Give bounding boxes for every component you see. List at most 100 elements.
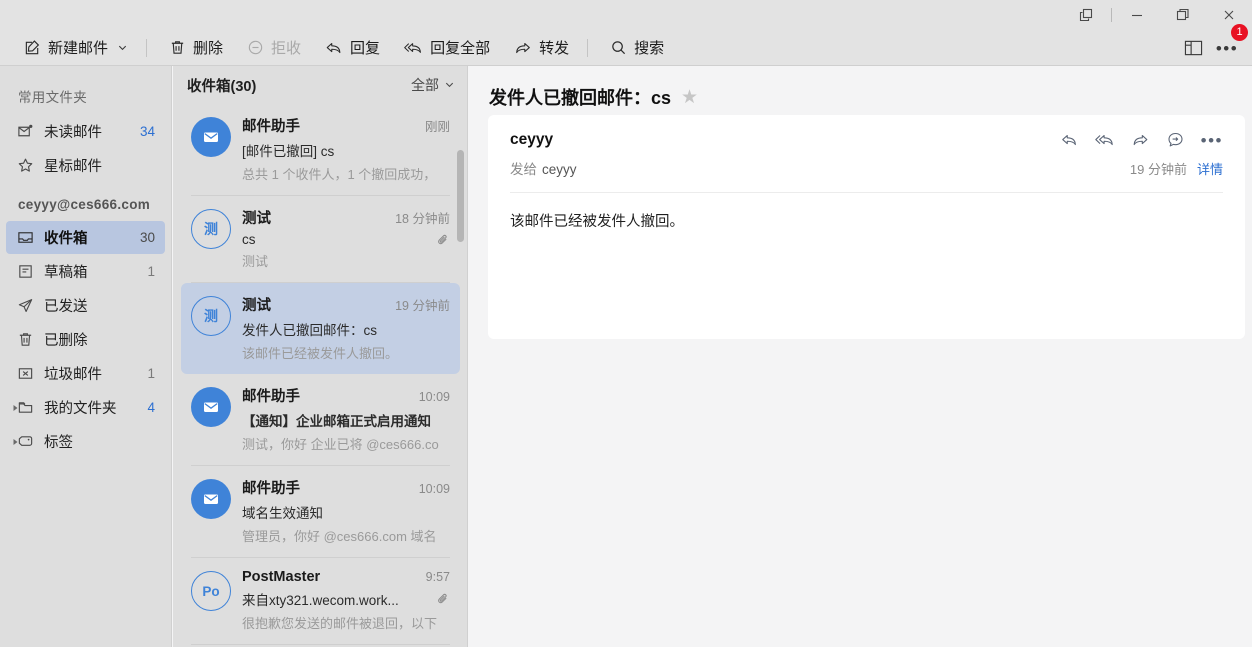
title-bar <box>0 0 1252 30</box>
list-item-selected[interactable]: 测 测试 19 分钟前 发件人已撤回邮件：cs 该邮件已经被发件人撤回。 <box>181 283 460 374</box>
sidebar-item-count: 34 <box>139 124 155 139</box>
message-list-title: 收件箱(30) <box>187 78 257 95</box>
sidebar-item-label: 星标邮件 <box>44 159 102 175</box>
reply-label: 回复 <box>350 40 381 57</box>
star-outline-icon[interactable]: ★ <box>681 88 698 107</box>
sidebar-item-drafts[interactable]: 草稿箱 1 <box>6 255 165 288</box>
sidebar-item-inbox[interactable]: 收件箱 30 <box>6 221 165 254</box>
list-item[interactable]: 邮件助手 刚刚 [邮件已撤回] cs 总共 1 个收件人，1 个撤回成功， <box>181 104 460 195</box>
toolbar-divider <box>146 38 148 57</box>
sidebar-item-count: 30 <box>139 230 155 245</box>
popout-button[interactable] <box>1063 0 1109 30</box>
sidebar-item-tags[interactable]: 标签 <box>6 425 165 458</box>
sidebar-item-label: 我的文件夹 <box>44 401 117 417</box>
maximize-button[interactable] <box>1160 0 1206 30</box>
reply-icon <box>325 39 343 57</box>
list-item-body: PostMaster 9:57 来自xty321.wecom.work... 很… <box>242 569 450 632</box>
list-item[interactable]: Po PostMaster 9:57 来自xty321.wecom.work..… <box>181 558 460 644</box>
compose-label: 新建邮件 <box>48 40 109 57</box>
search-button[interactable]: 搜索 <box>600 33 674 63</box>
mail-client-window: 新建邮件 删除 拒收 回复 回复全部 转发 搜索 ••• 1 常用文件夹 未读邮… <box>0 0 1252 647</box>
message-sender: 测试 <box>242 211 271 227</box>
avatar: Po <box>191 571 231 611</box>
compose-icon <box>24 39 41 56</box>
reply-icon[interactable] <box>1060 131 1079 149</box>
reply-all-label: 回复全部 <box>430 40 491 57</box>
reply-all-icon[interactable] <box>1094 131 1115 149</box>
message-details-link[interactable]: 详情 <box>1197 159 1223 178</box>
chevron-down-icon[interactable] <box>117 42 128 53</box>
quick-reply-icon[interactable] <box>1166 131 1185 149</box>
message-time: 18 分钟前 <box>395 212 450 226</box>
forward-label: 转发 <box>539 40 570 57</box>
toolbar-more-button[interactable]: ••• 1 <box>1212 24 1248 63</box>
reply-button[interactable]: 回复 <box>315 33 390 63</box>
forward-button[interactable]: 转发 <box>504 33 579 63</box>
message-time: 10:09 <box>418 390 450 404</box>
sidebar-item-label: 收件箱 <box>44 231 88 247</box>
message-preview: 测试，你好 企业已将 @ces666.co <box>242 437 439 452</box>
page-title: 发件人已撤回邮件：cs <box>489 88 672 108</box>
avatar: 测 <box>191 296 231 336</box>
message-preview: 很抱歉您发送的邮件被退回，以下 <box>242 616 438 631</box>
message-list-scrollbar[interactable] <box>457 150 464 242</box>
expand-triangle-icon[interactable] <box>10 404 20 412</box>
more-horizontal-icon[interactable]: ••• <box>1201 132 1223 149</box>
message-subject: cs <box>242 232 256 247</box>
message-subject: [邮件已撤回] cs <box>242 144 335 159</box>
sidebar-item-junk[interactable]: 垃圾邮件 1 <box>6 357 165 390</box>
message-sender: 邮件助手 <box>242 481 300 497</box>
trash-icon <box>169 39 186 56</box>
message-list-scroll-area[interactable]: 邮件助手 刚刚 [邮件已撤回] cs 总共 1 个收件人，1 个撤回成功， 测 … <box>173 104 468 647</box>
forward-icon[interactable] <box>1131 131 1150 149</box>
sidebar-item-label: 已发送 <box>44 299 88 315</box>
sidebar-item-label: 垃圾邮件 <box>44 367 102 383</box>
message-actions: ••• <box>1060 131 1223 149</box>
list-item-body: 邮件助手 刚刚 [邮件已撤回] cs 总共 1 个收件人，1 个撤回成功， <box>242 115 450 183</box>
message-recipient-value: ceyyy <box>542 162 577 177</box>
expand-triangle-icon[interactable] <box>10 438 20 446</box>
message-subject: 来自xty321.wecom.work... <box>242 593 399 608</box>
window-controls <box>1063 0 1252 30</box>
reject-label: 拒收 <box>271 40 302 57</box>
sidebar-item-unread[interactable]: 未读邮件 34 <box>6 115 165 148</box>
message-preview: 测试 <box>242 254 269 269</box>
sidebar-item-label: 未读邮件 <box>44 125 102 141</box>
sidebar-item-deleted[interactable]: 已删除 <box>6 323 165 356</box>
reading-pane-header: 发件人已撤回邮件：cs ★ <box>469 66 1252 110</box>
reply-all-icon <box>404 39 423 57</box>
list-item[interactable]: 测 测试 18 分钟前 cs 测试 <box>181 196 460 282</box>
avatar <box>191 387 231 427</box>
list-divider <box>191 644 450 645</box>
message-preview: 该邮件已经被发件人撤回。 <box>242 346 399 361</box>
message-sender: 邮件助手 <box>242 119 300 135</box>
delete-button[interactable]: 删除 <box>159 33 233 63</box>
message-filter-dropdown[interactable]: 全部 <box>411 75 455 95</box>
message-time: 19 分钟前 <box>395 299 450 313</box>
list-item[interactable]: 邮件助手 10:09 【通知】企业邮箱正式启用通知 测试，你好 企业已将 @ce… <box>181 374 460 465</box>
message-time: 刚刚 <box>424 120 450 134</box>
message-subject: 域名生效通知 <box>242 506 323 521</box>
list-item-body: 测试 18 分钟前 cs 测试 <box>242 207 450 270</box>
sidebar-item-sent[interactable]: 已发送 <box>6 289 165 322</box>
reply-all-button[interactable]: 回复全部 <box>394 33 500 63</box>
compose-button[interactable]: 新建邮件 <box>14 33 138 63</box>
reject-icon <box>247 39 264 56</box>
search-icon <box>610 39 627 56</box>
sidebar-item-starred[interactable]: 星标邮件 <box>6 149 165 182</box>
message-time: 9:57 <box>425 570 450 584</box>
notification-badge: 1 <box>1231 24 1248 41</box>
layout-panel-icon[interactable] <box>1178 33 1208 63</box>
message-filter-label: 全部 <box>411 77 439 93</box>
list-item[interactable]: 邮件助手 10:09 域名生效通知 管理员，你好 @ces666.com 域名 <box>181 466 460 557</box>
avatar <box>191 117 231 157</box>
message-timestamp: 19 分钟前 <box>1129 162 1187 177</box>
sidebar-item-label: 已删除 <box>44 333 88 349</box>
list-item-body: 测试 19 分钟前 发件人已撤回邮件：cs 该邮件已经被发件人撤回。 <box>242 294 450 362</box>
message-sender: 邮件助手 <box>242 389 300 405</box>
sidebar-item-label: 标签 <box>44 435 73 451</box>
reject-button[interactable]: 拒收 <box>237 33 311 63</box>
main-toolbar: 新建邮件 删除 拒收 回复 回复全部 转发 搜索 ••• 1 <box>0 24 1252 66</box>
minimize-button[interactable] <box>1114 0 1160 30</box>
sidebar-item-my-folders[interactable]: 我的文件夹 4 <box>6 391 165 424</box>
